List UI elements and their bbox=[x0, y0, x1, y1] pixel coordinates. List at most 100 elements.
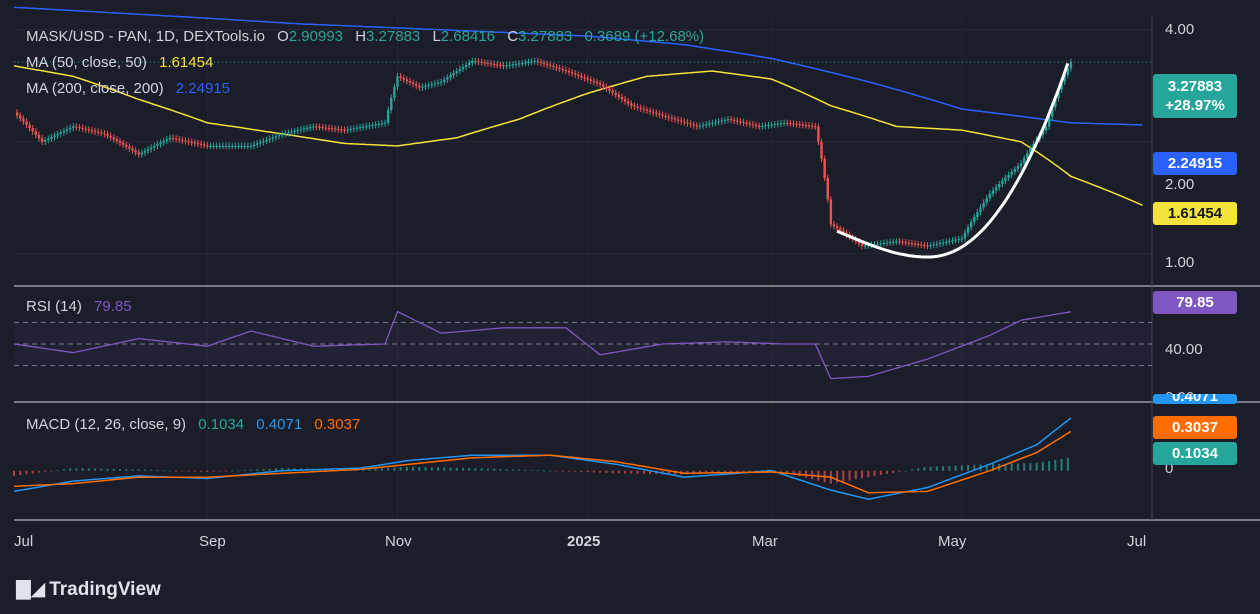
macd-histogram-bar bbox=[954, 465, 957, 471]
candle-body bbox=[162, 141, 165, 143]
candle-body bbox=[424, 85, 427, 87]
candle-body bbox=[15, 112, 19, 116]
low-value: 2.68416 bbox=[440, 28, 496, 45]
candle-body bbox=[636, 106, 639, 108]
macd-histogram-bar bbox=[50, 470, 53, 472]
macd-histogram-bar bbox=[861, 470, 864, 479]
candle-body bbox=[280, 133, 284, 136]
candle-body bbox=[711, 122, 714, 124]
candle-body bbox=[795, 123, 798, 125]
candle-body bbox=[583, 77, 586, 79]
signal-line bbox=[13, 430, 1072, 494]
candle-body bbox=[337, 129, 340, 131]
candle-body bbox=[736, 120, 739, 122]
macd-histogram-bar bbox=[942, 466, 945, 471]
macd-histogram-bar bbox=[1041, 461, 1044, 471]
close-value: 3.27883 bbox=[518, 28, 573, 45]
macd-histogram-bar bbox=[1060, 458, 1063, 471]
candle-body bbox=[879, 243, 882, 245]
candle-body bbox=[255, 143, 259, 145]
macd-histogram-bar bbox=[187, 470, 190, 472]
candle-body bbox=[898, 241, 901, 243]
macd-histogram-bar bbox=[948, 465, 951, 471]
candle-body bbox=[549, 64, 552, 66]
candle-body bbox=[673, 118, 677, 120]
candle-body bbox=[408, 81, 412, 83]
candle-body bbox=[259, 142, 262, 144]
candle-body bbox=[143, 150, 147, 153]
candle-body bbox=[100, 132, 103, 134]
macd-legend: MACD (12, 26, close, 9) 0.1034 0.4071 0.… bbox=[26, 416, 360, 434]
low-label: L bbox=[432, 28, 441, 45]
candle-body bbox=[761, 125, 764, 127]
macd-histogram-bar bbox=[574, 470, 577, 472]
candle-body bbox=[43, 140, 47, 142]
candle-body bbox=[34, 131, 38, 135]
macd-histogram-bar bbox=[56, 470, 59, 471]
candle-body bbox=[227, 145, 231, 147]
candle-body bbox=[655, 112, 658, 114]
candle-body bbox=[514, 63, 518, 65]
candle-body bbox=[948, 241, 951, 243]
candle-body bbox=[315, 126, 318, 128]
candle-body bbox=[358, 127, 362, 129]
candle-body bbox=[68, 127, 72, 130]
macd-histogram-bar bbox=[549, 470, 552, 472]
candle-body bbox=[246, 145, 250, 147]
candle-body bbox=[355, 127, 359, 129]
candle-body bbox=[592, 80, 596, 83]
macd-histogram-bar bbox=[75, 468, 78, 471]
macd-histogram-bar bbox=[212, 470, 215, 472]
candle-body bbox=[611, 90, 614, 93]
candle-body bbox=[720, 120, 723, 122]
macd-histogram-bar bbox=[1066, 457, 1069, 471]
candle-body bbox=[545, 63, 549, 65]
candle-body bbox=[486, 62, 490, 64]
macd-histogram-bar bbox=[842, 470, 845, 482]
macd-histogram-bar bbox=[412, 466, 415, 471]
macd-histogram-bar bbox=[929, 466, 932, 471]
macd-histogram-bar bbox=[605, 470, 608, 473]
candle-body bbox=[907, 242, 911, 244]
candle-body bbox=[701, 124, 705, 126]
candle-body bbox=[81, 127, 84, 129]
candle-body bbox=[904, 242, 907, 244]
macd-tag: 0.4071 bbox=[1153, 394, 1237, 404]
candle-body bbox=[633, 105, 636, 107]
candle-body bbox=[499, 64, 502, 66]
candle-body bbox=[290, 131, 293, 133]
candle-body bbox=[468, 62, 471, 65]
candle-body bbox=[449, 75, 452, 78]
candle-body bbox=[249, 145, 253, 147]
candle-body bbox=[680, 120, 683, 122]
macd-histogram-bar bbox=[892, 470, 895, 473]
candle-body bbox=[121, 142, 125, 145]
candle-body bbox=[19, 115, 22, 119]
candle-body bbox=[932, 244, 935, 246]
candle-body bbox=[50, 137, 53, 139]
candle-body bbox=[839, 228, 842, 231]
macd-histogram-bar bbox=[873, 470, 876, 477]
macd-histogram-bar bbox=[437, 467, 440, 471]
candle-body bbox=[284, 133, 287, 135]
candle-body bbox=[517, 63, 521, 65]
candle-body bbox=[574, 73, 577, 75]
tradingview-logo[interactable]: ▇◢ TradingView bbox=[16, 578, 161, 601]
candle-body bbox=[131, 148, 134, 151]
candle-body bbox=[651, 111, 655, 113]
price-tick-2: 2.00 bbox=[1165, 176, 1195, 193]
candle-body bbox=[118, 141, 122, 143]
macd-histogram-bar bbox=[592, 470, 595, 473]
macd-histogram-bar bbox=[1016, 463, 1019, 471]
x-tick-jul-2024: Jul bbox=[14, 533, 34, 550]
candle-body bbox=[779, 123, 783, 125]
macd-histogram-bar bbox=[555, 470, 558, 472]
macd-histogram-bar bbox=[885, 470, 888, 474]
candle-body bbox=[265, 139, 268, 142]
candle-body bbox=[757, 125, 761, 127]
candle-body bbox=[361, 126, 365, 128]
macd-histogram-bar bbox=[848, 470, 851, 481]
macd-histogram-bar bbox=[486, 468, 489, 471]
candle-body bbox=[567, 71, 571, 73]
candle-body bbox=[973, 217, 976, 223]
